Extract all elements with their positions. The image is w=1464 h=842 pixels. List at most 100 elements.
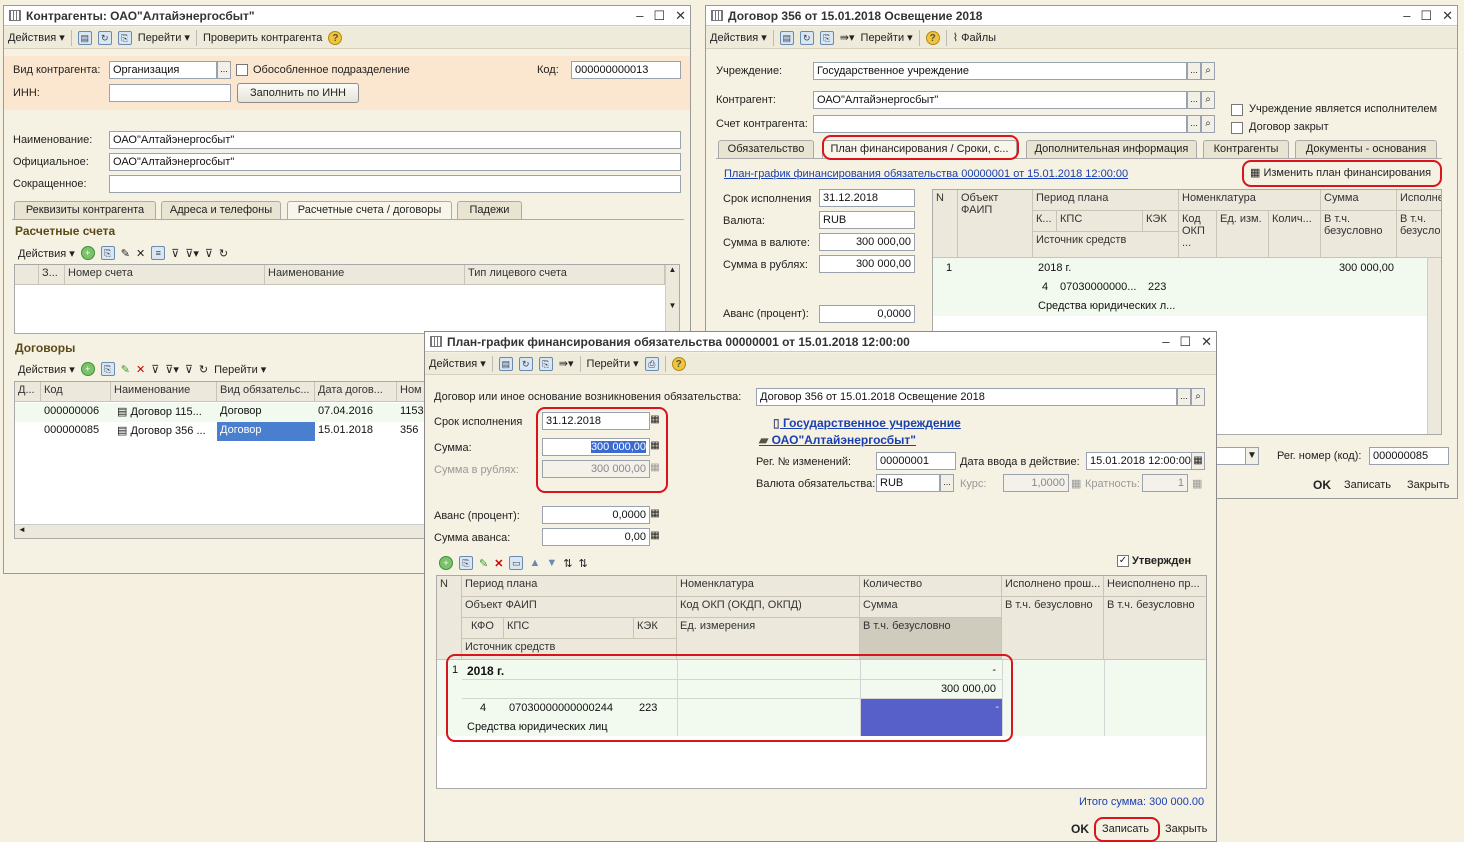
name-field[interactable]: ОАО"Алтайэнергосбыт": [109, 131, 681, 149]
column-header[interactable]: Дата догов...: [315, 382, 397, 402]
calendar-icon[interactable]: ▦: [1191, 452, 1205, 470]
calculator-icon[interactable]: ▦: [648, 438, 662, 456]
advance-field[interactable]: 0,0000: [542, 506, 650, 524]
print-icon[interactable]: ⎙: [644, 356, 659, 371]
copy-icon[interactable]: ⎘: [538, 356, 553, 371]
move-up-icon[interactable]: ▲: [529, 557, 540, 569]
currency-field[interactable]: RUB: [819, 211, 915, 229]
check-contractor-button[interactable]: Проверить контрагента: [203, 32, 322, 44]
edit-icon[interactable]: ✎: [121, 363, 130, 376]
sum-field[interactable]: 300 000,00: [542, 438, 650, 456]
tab-obligation[interactable]: Обязательство: [718, 140, 814, 158]
delete-icon[interactable]: ✕: [136, 247, 145, 260]
refresh-icon[interactable]: ↻: [799, 30, 814, 45]
minimize-icon[interactable]: –: [636, 8, 643, 24]
close-icon[interactable]: ✕: [675, 8, 686, 24]
list-icon[interactable]: ≡: [151, 246, 166, 260]
refresh-icon[interactable]: ↻: [219, 247, 228, 260]
table-row[interactable]: 1 2018 г. - 300 000,00 4 070300000000002…: [437, 660, 1206, 736]
search-icon[interactable]: ⌕: [1201, 62, 1215, 80]
institution-select-button[interactable]: ...: [1187, 62, 1201, 80]
tab-contractors[interactable]: Контрагенты: [1203, 140, 1289, 158]
account-field[interactable]: [813, 115, 1187, 133]
closed-checkbox[interactable]: [1231, 122, 1243, 134]
save-icon[interactable]: ▤: [498, 356, 513, 371]
advance-sum-field[interactable]: 0,00: [542, 528, 650, 546]
sort-asc-icon[interactable]: ⇅: [563, 557, 572, 570]
minimize-icon[interactable]: –: [1403, 8, 1410, 24]
approved-checkbox[interactable]: ✓: [1117, 555, 1129, 567]
code-field[interactable]: 000000000013: [571, 61, 681, 79]
ok-button[interactable]: OK: [1313, 478, 1331, 492]
close-icon[interactable]: ✕: [1442, 8, 1453, 24]
currency-field[interactable]: RUB: [876, 474, 940, 492]
contracts-actions-menu[interactable]: Действия ▾: [18, 363, 75, 376]
add-icon[interactable]: +: [80, 246, 95, 260]
clear-filter-icon[interactable]: ⊽: [205, 247, 213, 260]
clear-filter-icon[interactable]: ⊽: [185, 363, 193, 376]
search-icon[interactable]: ⌕: [1201, 115, 1215, 133]
column-header[interactable]: Вид обязательс...: [217, 382, 315, 402]
filter-icon[interactable]: ⊽: [151, 363, 159, 376]
kind-select-button[interactable]: ...: [217, 61, 231, 79]
tab-accounts[interactable]: Расчетные счета / договоры: [287, 201, 452, 219]
filter-menu-icon[interactable]: ⊽▾: [185, 247, 199, 260]
table-row[interactable]: 1 2018 г. 300 000,00 4 07030000000... 22…: [933, 258, 1441, 316]
sort-desc-icon[interactable]: ⇅: [578, 557, 587, 570]
date-effective-field[interactable]: 15.01.2018 12:00:00: [1086, 452, 1192, 470]
filter-icon[interactable]: ⊽: [171, 247, 179, 260]
tab-cases[interactable]: Падежи: [457, 201, 522, 219]
table-row[interactable]: 000000085 ▤ Договор 356 ... Договор 15.0…: [15, 422, 435, 441]
delete-icon[interactable]: ✕: [136, 363, 145, 376]
move-down-icon[interactable]: ▼: [546, 557, 557, 569]
search-icon[interactable]: ⌕: [1201, 91, 1215, 109]
contractor-select-button[interactable]: ...: [1187, 91, 1201, 109]
calendar-icon[interactable]: ▦: [648, 412, 662, 430]
column-header[interactable]: Код: [41, 382, 111, 402]
copy-icon[interactable]: ⎘: [117, 30, 132, 45]
account-select-button[interactable]: ...: [1187, 115, 1201, 133]
post-menu-icon[interactable]: ⇛▾: [840, 31, 855, 44]
tab-additional-info[interactable]: Дополнительная информация: [1026, 140, 1197, 158]
calculator-icon[interactable]: ▦: [648, 528, 662, 546]
copy-icon[interactable]: ⎘: [459, 556, 473, 570]
tab-basis-documents[interactable]: Документы - основания: [1295, 140, 1437, 158]
scrollbar[interactable]: ▲ ▼: [665, 265, 679, 333]
goto-menu[interactable]: Перейти ▾: [138, 31, 190, 44]
official-field[interactable]: ОАО"Алтайэнергосбыт": [109, 153, 681, 171]
maximize-icon[interactable]: ☐: [1179, 334, 1191, 350]
column-header[interactable]: Наименование: [111, 382, 217, 402]
help-icon[interactable]: ?: [328, 30, 343, 45]
maximize-icon[interactable]: ☐: [653, 8, 665, 24]
post-menu-icon[interactable]: ⇛▾: [559, 357, 574, 370]
fill-by-inn-button[interactable]: Заполнить по ИНН: [237, 83, 359, 103]
save-button[interactable]: Записать: [1102, 823, 1149, 835]
column-header[interactable]: Тип лицевого счета: [465, 265, 665, 285]
tab-addresses[interactable]: Адреса и телефоны: [161, 201, 281, 219]
sum-currency-field[interactable]: 300 000,00: [819, 233, 915, 251]
column-header[interactable]: Наименование: [265, 265, 465, 285]
column-header[interactable]: Д...: [15, 382, 41, 402]
reg-changes-field[interactable]: 00000001: [876, 452, 956, 470]
save-button[interactable]: Записать: [1344, 479, 1391, 491]
scrollbar[interactable]: [1427, 258, 1441, 434]
horizontal-scrollbar[interactable]: ◄: [15, 524, 435, 538]
add-icon[interactable]: +: [80, 362, 95, 376]
goto-menu[interactable]: Перейти ▾: [587, 357, 639, 370]
files-button[interactable]: ⌇ Файлы: [953, 31, 996, 44]
minimize-icon[interactable]: –: [1162, 334, 1169, 350]
save-icon[interactable]: ▤: [77, 30, 92, 45]
actions-menu[interactable]: Действия ▾: [710, 31, 767, 44]
refresh-icon[interactable]: ↻: [518, 356, 533, 371]
due-field[interactable]: 31.12.2018: [819, 189, 915, 207]
copy-icon[interactable]: ⎘: [100, 246, 115, 260]
goto-menu[interactable]: Перейти ▾: [861, 31, 913, 44]
close-icon[interactable]: ✕: [1201, 334, 1212, 350]
currency-select-button[interactable]: ...: [940, 474, 954, 492]
basis-select-button[interactable]: ...: [1177, 388, 1191, 406]
chevron-down-icon[interactable]: ▼: [1245, 447, 1259, 465]
filter-menu-icon[interactable]: ⊽▾: [165, 363, 179, 376]
advance-field[interactable]: 0,0000: [819, 305, 915, 323]
financing-plan-link[interactable]: План-график финансирования обязательства…: [724, 168, 1128, 180]
copy-icon[interactable]: ⎘: [819, 30, 834, 45]
